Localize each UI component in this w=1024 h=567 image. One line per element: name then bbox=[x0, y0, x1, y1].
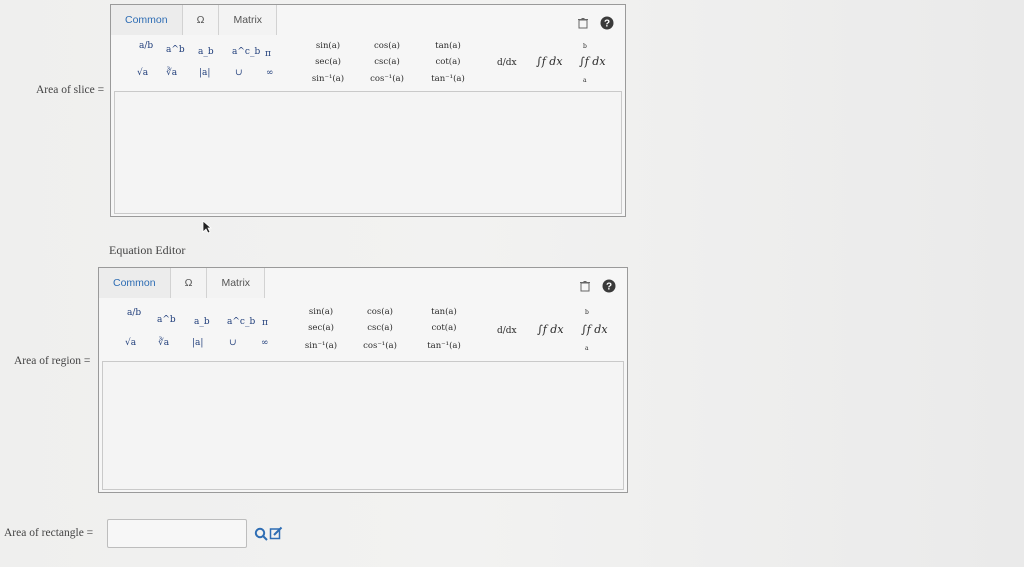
tab-omega[interactable]: Ω bbox=[170, 268, 208, 298]
integral-symbol[interactable]: ∫f dx bbox=[536, 55, 563, 68]
trig-sec[interactable]: sec(a) bbox=[294, 323, 348, 333]
abs-symbol[interactable]: |a| bbox=[199, 68, 210, 78]
infinity-symbol[interactable]: ∞ bbox=[261, 338, 269, 348]
def-integral-lower: a bbox=[583, 77, 587, 84]
trig-arctan[interactable]: tan⁻¹(a) bbox=[417, 341, 471, 351]
tab-common[interactable]: Common bbox=[111, 5, 183, 35]
nth-root-symbol[interactable]: ∛a bbox=[158, 338, 169, 348]
trig-tan[interactable]: tan(a) bbox=[417, 307, 471, 317]
def-integral-lower: a bbox=[585, 345, 589, 352]
svg-text:?: ? bbox=[604, 19, 610, 30]
trig-cos[interactable]: cos(a) bbox=[360, 41, 414, 51]
sqrt-symbol[interactable]: √a bbox=[137, 68, 148, 78]
area-of-slice-label: Area of slice = bbox=[36, 84, 105, 96]
editor-tabs: Common Ω Matrix bbox=[99, 268, 266, 298]
pi-symbol[interactable]: π bbox=[265, 49, 271, 59]
abs-symbol[interactable]: |a| bbox=[192, 338, 203, 348]
definite-integral-symbol[interactable]: ∫f dx bbox=[579, 55, 606, 68]
subscript-symbol[interactable]: a_b bbox=[194, 317, 210, 327]
tab-common[interactable]: Common bbox=[99, 268, 171, 298]
area-of-rectangle-label: Area of rectangle = bbox=[4, 527, 94, 539]
power-symbol[interactable]: a^b bbox=[166, 45, 185, 55]
equation-editor-slice: Common Ω Matrix ? a/b a^b a_b a^c_b π √a… bbox=[110, 4, 626, 217]
def-integral-upper: b bbox=[583, 43, 587, 50]
integral-symbol[interactable]: ∫f dx bbox=[537, 323, 564, 336]
trig-arcsin[interactable]: sin⁻¹(a) bbox=[301, 74, 355, 84]
sqrt-symbol[interactable]: √a bbox=[125, 338, 136, 348]
help-icon[interactable]: ? bbox=[599, 15, 615, 31]
editor-tools: ? bbox=[575, 15, 615, 31]
nth-root-symbol[interactable]: ∛a bbox=[166, 68, 177, 78]
svg-text:?: ? bbox=[606, 282, 612, 293]
def-integral-upper: b bbox=[585, 309, 589, 316]
trig-sec[interactable]: sec(a) bbox=[301, 57, 355, 67]
slice-math-input[interactable] bbox=[114, 91, 622, 214]
trig-cot[interactable]: cot(a) bbox=[421, 57, 475, 67]
trig-tan[interactable]: tan(a) bbox=[421, 41, 475, 51]
trig-cos[interactable]: cos(a) bbox=[353, 307, 407, 317]
trig-sin[interactable]: sin(a) bbox=[301, 41, 355, 51]
sub-super-symbol[interactable]: a^c_b bbox=[232, 47, 260, 57]
fraction-symbol[interactable]: a/b bbox=[127, 308, 141, 318]
trig-csc[interactable]: csc(a) bbox=[353, 323, 407, 333]
preview-icon[interactable] bbox=[254, 526, 268, 541]
trig-arccos[interactable]: cos⁻¹(a) bbox=[353, 341, 407, 351]
trig-arcsin[interactable]: sin⁻¹(a) bbox=[294, 341, 348, 351]
area-of-region-label: Area of region = bbox=[14, 355, 91, 367]
rectangle-answer-input[interactable] bbox=[107, 519, 247, 548]
union-symbol[interactable]: ∪ bbox=[229, 338, 237, 348]
trash-icon[interactable] bbox=[575, 15, 591, 31]
region-math-input[interactable] bbox=[102, 361, 624, 490]
subscript-symbol[interactable]: a_b bbox=[198, 47, 214, 57]
trig-arccos[interactable]: cos⁻¹(a) bbox=[360, 74, 414, 84]
equation-editor-region: Common Ω Matrix ? a/b a^b a_b a^c_b π √a… bbox=[98, 267, 628, 493]
trig-sin[interactable]: sin(a) bbox=[294, 307, 348, 317]
trig-arctan[interactable]: tan⁻¹(a) bbox=[421, 74, 475, 84]
help-icon[interactable]: ? bbox=[601, 278, 617, 294]
editor-tools: ? bbox=[577, 278, 617, 294]
tab-matrix[interactable]: Matrix bbox=[207, 268, 266, 298]
trig-cot[interactable]: cot(a) bbox=[417, 323, 471, 333]
trash-icon[interactable] bbox=[577, 278, 593, 294]
definite-integral-symbol[interactable]: ∫f dx bbox=[581, 323, 608, 336]
trig-csc[interactable]: csc(a) bbox=[360, 57, 414, 67]
union-symbol[interactable]: ∪ bbox=[235, 68, 243, 78]
fraction-symbol[interactable]: a/b bbox=[139, 41, 153, 51]
tab-omega[interactable]: Ω bbox=[182, 5, 220, 35]
equation-editor-label: Equation Editor bbox=[109, 243, 186, 257]
derivative-symbol[interactable]: d/dx bbox=[497, 58, 517, 68]
derivative-symbol[interactable]: d/dx bbox=[497, 326, 517, 336]
mouse-cursor-icon bbox=[202, 219, 213, 234]
sub-super-symbol[interactable]: a^c_b bbox=[227, 317, 255, 327]
tab-matrix[interactable]: Matrix bbox=[219, 5, 278, 35]
pi-symbol[interactable]: π bbox=[262, 318, 268, 328]
edit-icon[interactable] bbox=[269, 525, 283, 540]
power-symbol[interactable]: a^b bbox=[157, 315, 176, 325]
editor-tabs: Common Ω Matrix bbox=[111, 5, 278, 35]
infinity-symbol[interactable]: ∞ bbox=[266, 68, 274, 78]
